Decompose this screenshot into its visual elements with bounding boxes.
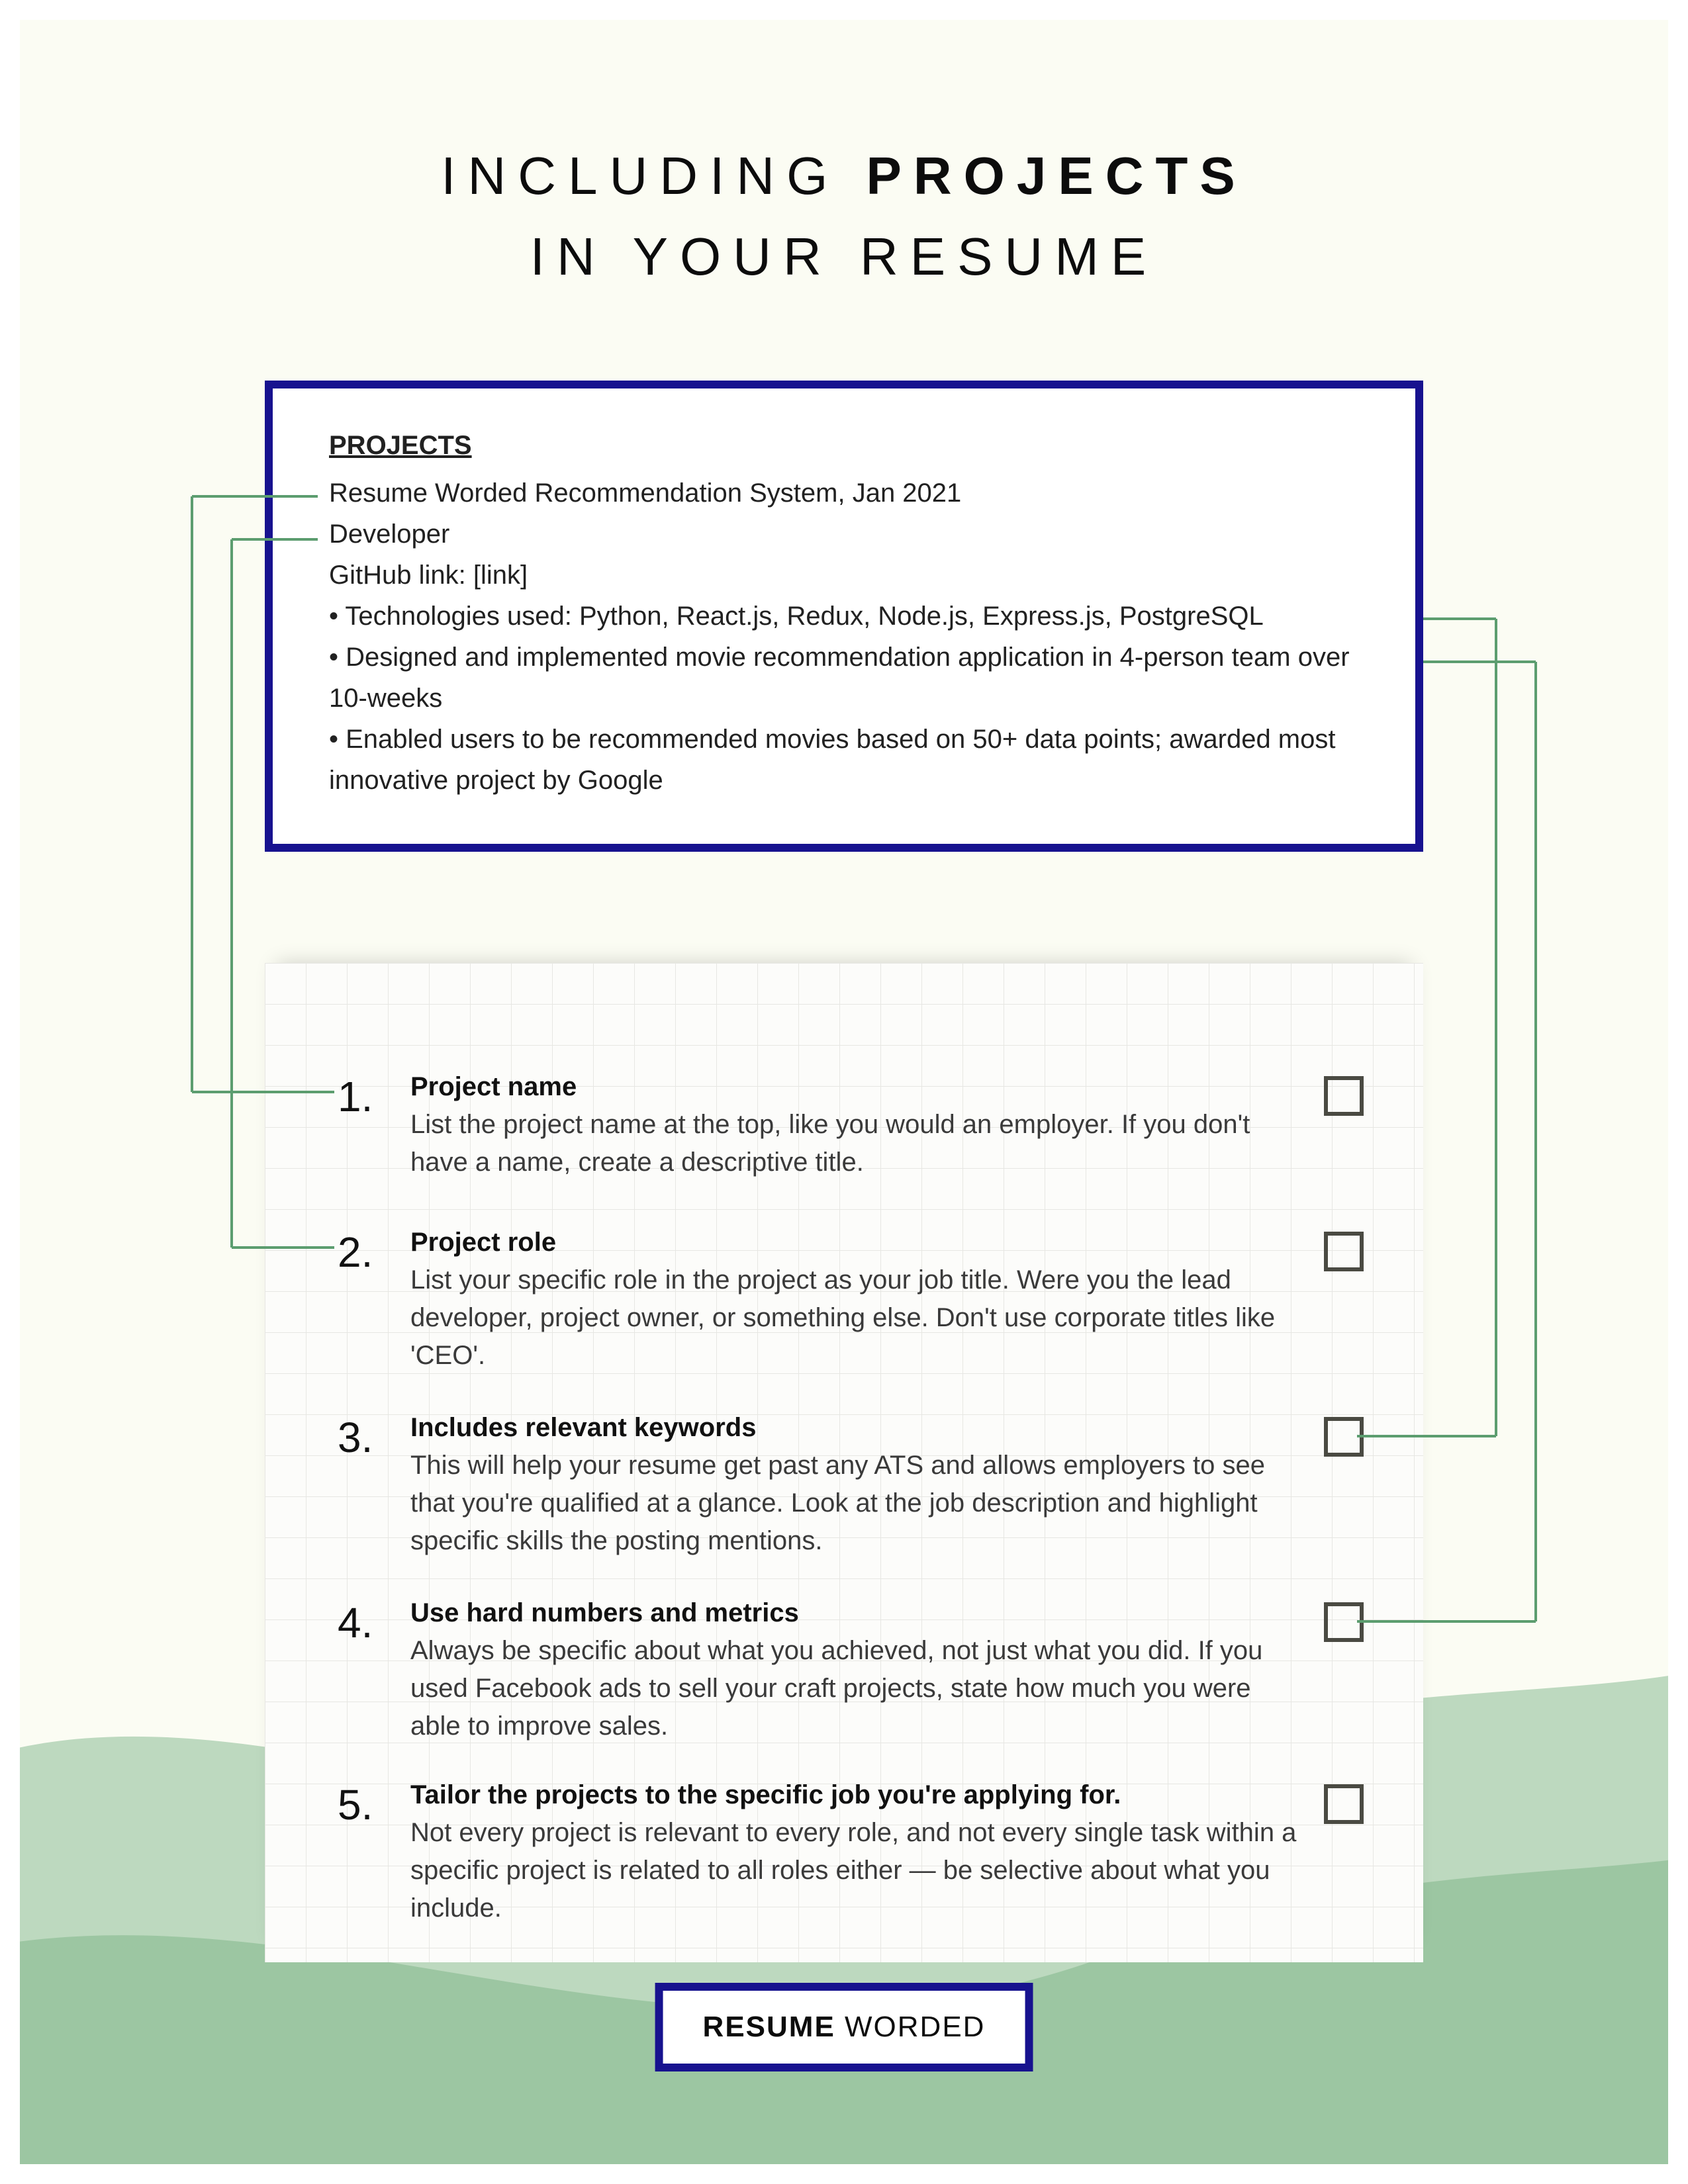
logo-badge: RESUME WORDED: [655, 1983, 1033, 2071]
sample-project-role: Developer: [329, 514, 1369, 555]
title-part2: PROJECTS: [867, 146, 1247, 205]
page-title: INCLUDING PROJECTS IN YOUR RESUME: [20, 146, 1668, 287]
checklist-row: 3. Includes relevant keywords This will …: [338, 1413, 1364, 1559]
checklist-desc: List the project name at the top, like y…: [410, 1106, 1297, 1181]
checklist-card: 1. Project name List the project name at…: [265, 963, 1423, 1962]
checklist-text: Includes relevant keywords This will hel…: [410, 1413, 1324, 1559]
checklist-row: 4. Use hard numbers and metrics Always b…: [338, 1598, 1364, 1745]
sample-resume-box: PROJECTS Resume Worded Recommendation Sy…: [265, 381, 1423, 852]
sample-bullet: Technologies used: Python, React.js, Red…: [329, 596, 1369, 637]
checkbox-icon[interactable]: [1324, 1232, 1364, 1271]
checklist-title: Project name: [410, 1072, 1297, 1102]
checklist-title: Use hard numbers and metrics: [410, 1598, 1297, 1628]
checklist-text: Project role List your specific role in …: [410, 1228, 1324, 1374]
checklist-desc: Not every project is relevant to every r…: [410, 1814, 1297, 1927]
checklist-desc: List your specific role in the project a…: [410, 1261, 1297, 1374]
checkbox-icon[interactable]: [1324, 1784, 1364, 1824]
checklist-row: 2. Project role List your specific role …: [338, 1228, 1364, 1374]
checklist-title: Includes relevant keywords: [410, 1413, 1297, 1443]
page: INCLUDING PROJECTS IN YOUR RESUME PROJEC…: [20, 20, 1668, 2164]
logo-normal: WORDED: [835, 2011, 986, 2043]
checklist-desc: This will help your resume get past any …: [410, 1447, 1297, 1559]
title-line2: IN YOUR RESUME: [20, 226, 1668, 287]
checklist-text: Project name List the project name at th…: [410, 1072, 1324, 1181]
checklist-title: Project role: [410, 1228, 1297, 1257]
sample-bullet: Designed and implemented movie recommend…: [329, 637, 1369, 719]
sample-bullets: Technologies used: Python, React.js, Red…: [329, 596, 1369, 801]
checklist-number: 3.: [338, 1413, 410, 1462]
sample-section-title: PROJECTS: [329, 425, 1369, 466]
checklist-number: 4.: [338, 1598, 410, 1647]
sample-project-title: Resume Worded Recommendation System, Jan…: [329, 473, 1369, 514]
checklist-number: 5.: [338, 1780, 410, 1829]
checklist-desc: Always be specific about what you achiev…: [410, 1632, 1297, 1745]
checklist-text: Tailor the projects to the specific job …: [410, 1780, 1324, 1927]
checklist-text: Use hard numbers and metrics Always be s…: [410, 1598, 1324, 1745]
checklist-row: 1. Project name List the project name at…: [338, 1072, 1364, 1181]
title-part1: INCLUDING: [441, 146, 839, 205]
sample-bullet: Enabled users to be recommended movies b…: [329, 719, 1369, 801]
checkbox-icon[interactable]: [1324, 1417, 1364, 1457]
checklist-number: 1.: [338, 1072, 410, 1121]
checkbox-icon[interactable]: [1324, 1602, 1364, 1642]
checkbox-icon[interactable]: [1324, 1076, 1364, 1116]
checklist-number: 2.: [338, 1228, 410, 1277]
logo-bold: RESUME: [703, 2011, 835, 2043]
checklist-row: 5. Tailor the projects to the specific j…: [338, 1780, 1364, 1927]
checklist-title: Tailor the projects to the specific job …: [410, 1780, 1297, 1810]
sample-project-link: GitHub link: [link]: [329, 555, 1369, 596]
